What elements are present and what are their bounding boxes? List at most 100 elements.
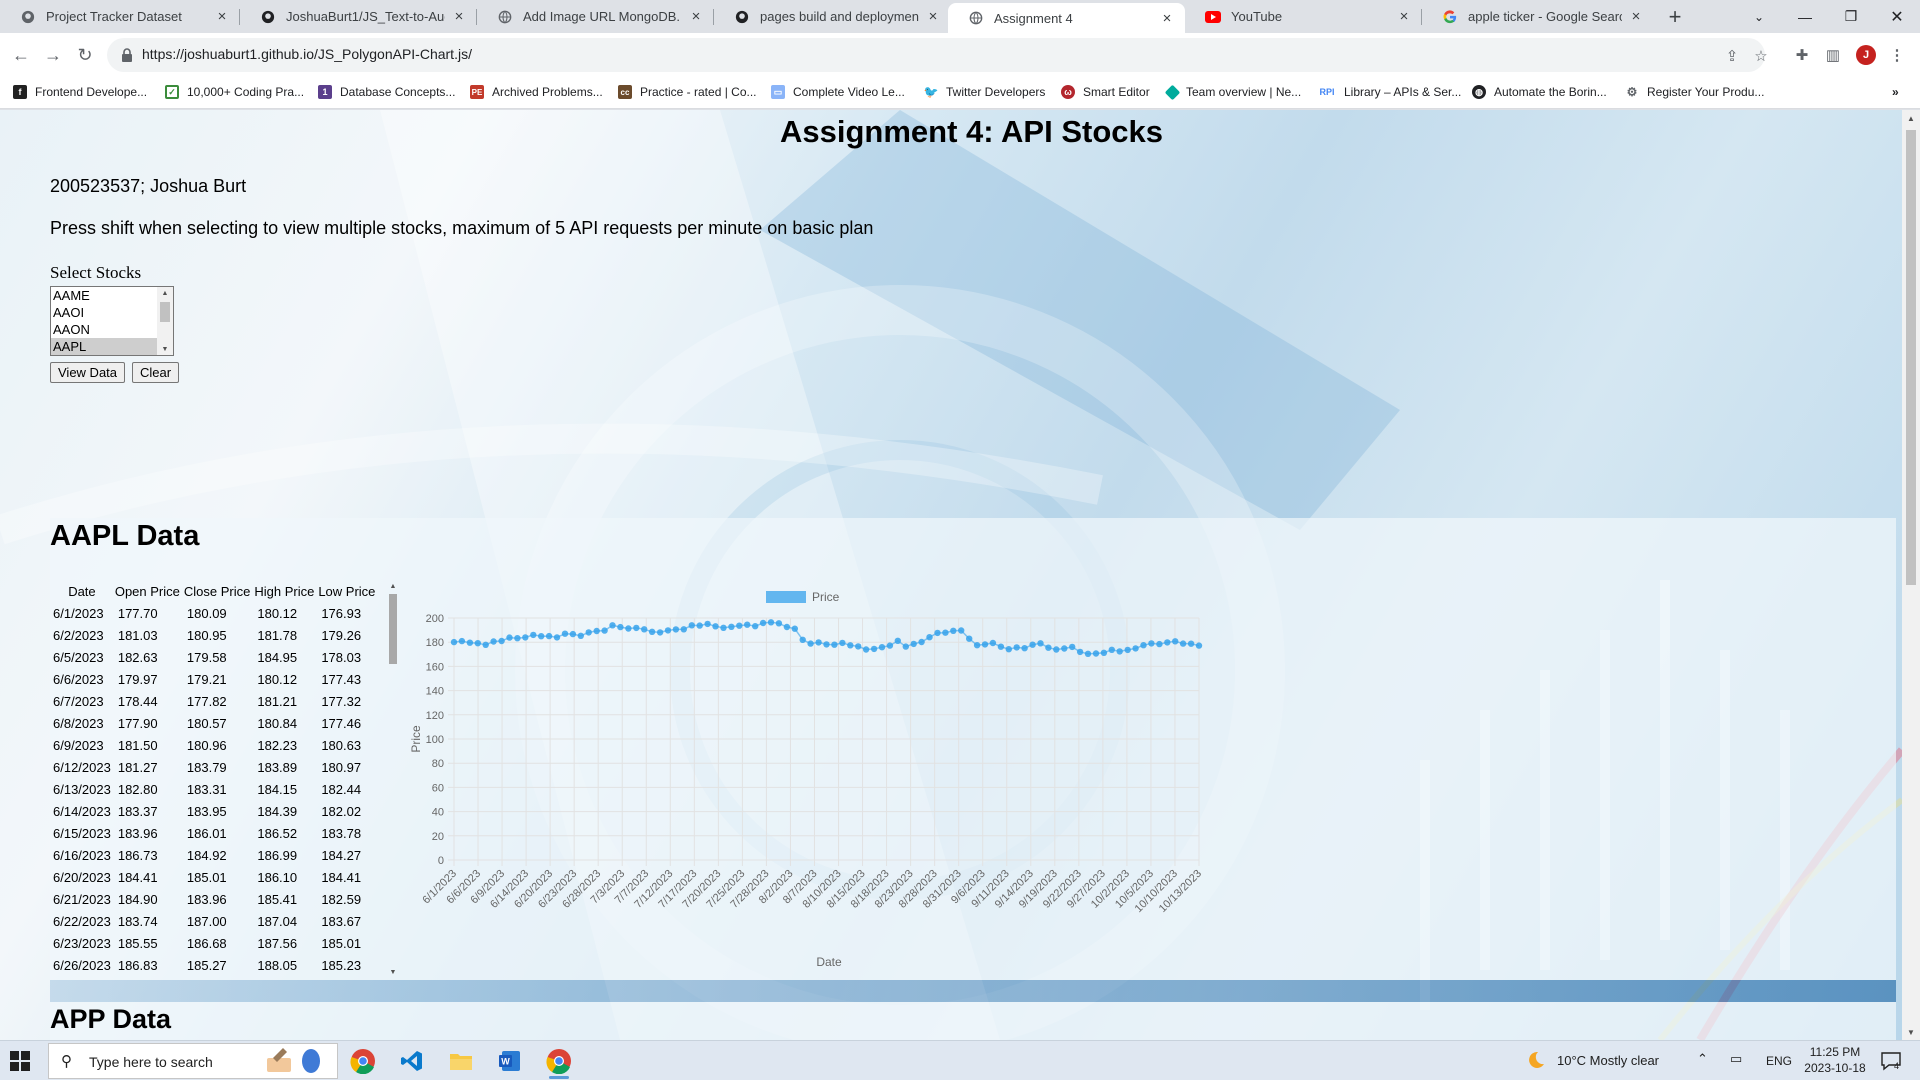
page-scrollbar[interactable]: ▲ ▼ [1902,110,1920,1040]
restore-icon[interactable]: ❐ [1828,0,1874,33]
scroll-up-icon[interactable]: ▲ [1902,110,1920,126]
chrome-icon[interactable] [343,1045,383,1077]
price-point[interactable] [601,627,608,634]
price-point[interactable] [847,642,854,649]
price-point[interactable] [736,622,743,629]
price-point[interactable] [1013,644,1020,651]
price-point[interactable] [823,641,830,648]
price-point[interactable] [799,636,806,643]
language-indicator[interactable]: ENG [1766,1054,1792,1068]
price-point[interactable] [886,642,894,649]
scroll-down-icon[interactable]: ▼ [1902,1024,1920,1040]
price-point[interactable] [617,623,624,631]
chrome-active-icon[interactable] [539,1045,579,1079]
price-point[interactable] [934,629,941,637]
price-point[interactable] [783,623,791,631]
bookmark-star-icon[interactable]: ☆ [1752,47,1770,65]
price-point[interactable] [870,645,878,653]
price-point[interactable] [1029,641,1036,648]
tab-5[interactable]: YouTube × [1185,0,1422,33]
avatar[interactable]: J [1856,45,1876,65]
windows-start-icon[interactable] [10,1051,30,1071]
price-point[interactable] [775,620,783,627]
close-icon[interactable]: × [1159,10,1175,27]
bookmark-item[interactable]: ✓ 10,000+ Coding Pra... [165,85,304,99]
word-icon[interactable]: W [490,1045,530,1077]
back-icon[interactable]: ← [6,40,36,70]
tab-1[interactable]: JoshuaBurt1/JS_Text-to-Audio: × [240,0,477,33]
tab-2[interactable]: Add Image URL MongoDB. × [477,0,714,33]
side-panel-icon[interactable]: ▥ [1822,44,1844,66]
price-point[interactable] [752,623,759,630]
stock-select[interactable]: AAME AAOI AAON AAPL ▲ ▼ [50,286,174,356]
close-icon[interactable]: × [688,8,704,25]
tab-search-icon[interactable]: ⌄ [1736,0,1782,33]
price-point[interactable] [791,625,798,632]
stock-option[interactable]: AAME [51,287,157,304]
price-point[interactable] [577,632,584,639]
price-point[interactable] [910,640,917,648]
reload-icon[interactable]: ↻ [70,40,100,70]
bookmark-item[interactable]: ▭ Complete Video Le... [771,85,905,99]
scrollbar-thumb[interactable] [160,302,170,322]
legend-swatch[interactable] [766,591,806,603]
price-point[interactable] [672,626,680,633]
price-point[interactable] [522,634,529,641]
scrollbar-thumb[interactable] [1906,130,1916,585]
price-point[interactable] [728,623,735,630]
forward-icon[interactable]: → [38,40,68,70]
price-point[interactable] [1179,640,1187,647]
bookmark-item[interactable]: ω Smart Editor [1061,85,1150,99]
price-point[interactable] [553,634,561,641]
price-point[interactable] [807,640,814,647]
price-point[interactable] [538,633,545,640]
price-point[interactable] [585,629,592,636]
price-point[interactable] [450,638,458,646]
price-point[interactable] [704,620,711,628]
price-point[interactable] [767,619,775,626]
notification-icon[interactable]: 4 [1880,1050,1902,1075]
price-point[interactable] [1195,642,1203,649]
price-point[interactable] [950,627,957,634]
taskbar-search[interactable]: ⚲ Type here to search [48,1043,338,1079]
price-point[interactable] [1037,640,1044,647]
menu-icon[interactable]: ⋮ [1886,44,1908,66]
price-point[interactable] [744,621,751,628]
bookmark-item[interactable]: ◍ Automate the Borin... [1472,85,1607,99]
extensions-icon[interactable]: ✚ [1791,44,1813,66]
price-point[interactable] [815,639,822,646]
price-point[interactable] [1092,650,1100,657]
scrollbar-thumb[interactable] [389,594,397,664]
price-point[interactable] [530,631,537,639]
price-point[interactable] [609,622,616,629]
tab-6[interactable]: apple ticker - Google Search × [1422,0,1654,33]
bookmark-item[interactable]: f Frontend Develope... [13,85,147,99]
price-point[interactable] [514,635,521,642]
price-point[interactable] [1172,638,1179,645]
price-point[interactable] [482,641,489,648]
bookmark-item[interactable]: 🐦 Twitter Developers [924,85,1046,99]
scroll-up-icon[interactable]: ▲ [157,287,173,299]
bookmark-item[interactable]: ⚙ Register Your Produ... [1625,85,1765,99]
price-point[interactable] [759,619,767,627]
close-icon[interactable]: × [1628,8,1644,25]
price-point[interactable] [1116,648,1123,655]
price-point[interactable] [1164,639,1171,646]
tab-0[interactable]: Project Tracker Dataset × [0,0,240,33]
price-point[interactable] [1100,649,1108,656]
file-explorer-icon[interactable] [441,1045,481,1077]
table-scrollbar[interactable]: ▲ ▼ [385,580,401,978]
price-point[interactable] [973,642,981,649]
price-point[interactable] [1005,646,1012,653]
price-point[interactable] [593,627,600,635]
tab-3[interactable]: pages build and deployment · J × [714,0,951,33]
view-data-button[interactable]: View Data [50,362,126,383]
close-icon[interactable]: × [925,8,941,25]
scroll-down-icon[interactable]: ▼ [157,343,173,355]
price-point[interactable] [625,625,632,632]
price-point[interactable] [506,634,513,641]
weather-icon[interactable] [1526,1050,1546,1073]
price-point[interactable] [1108,646,1115,653]
bookmark-item[interactable]: cc Practice - rated | Co... [618,85,757,99]
price-point[interactable] [1021,645,1028,652]
